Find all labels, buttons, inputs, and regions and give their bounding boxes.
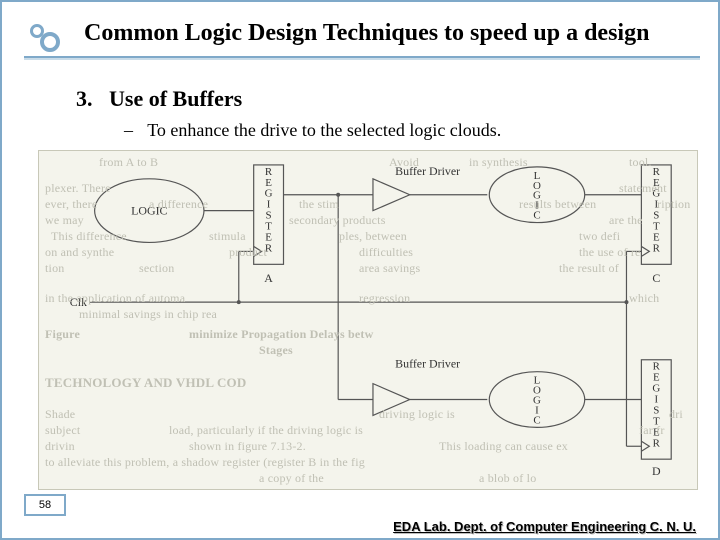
ghost-text: regression [359, 291, 410, 306]
ghost-text: Shade [45, 407, 75, 422]
ghost-text: load, particularly if the driving logic … [169, 423, 363, 438]
register-c-id: C [652, 271, 660, 285]
ghost-text: a blob of lo [479, 471, 536, 486]
ghost-text: results between [519, 197, 596, 212]
ghost-text: which [629, 291, 659, 306]
ghost-text: minimal savings in chip rea [79, 307, 217, 322]
ghost-text: a copy of the [259, 471, 324, 486]
ghost-text: ples, between [339, 229, 407, 244]
ghost-text: This loading can cause ex [439, 439, 568, 454]
ghost-text: stimula [209, 229, 246, 244]
sub-bullet: – To enhance the drive to the selected l… [124, 120, 501, 141]
ghost-text: This difference [51, 229, 127, 244]
ghost-text: TECHNOLOGY AND VHDL COD [45, 375, 246, 391]
ghost-text: shown in figure 7.13-2. [189, 439, 306, 454]
ghost-text: area savings [359, 261, 420, 276]
section-heading: 3. Use of Buffers [76, 86, 242, 112]
ghost-text: plexer. There [45, 181, 111, 196]
ghost-text: in synthesis [469, 155, 528, 170]
slide-number: 58 [24, 494, 66, 516]
register-a-id: A [264, 271, 273, 285]
svg-text:R: R [653, 242, 661, 254]
svg-text:C: C [533, 414, 540, 426]
ghost-text: tion [45, 261, 64, 276]
dash-icon: – [124, 120, 133, 140]
buffer-label-bottom: Buffer Driver [395, 357, 460, 371]
footer-text: EDA Lab. Dept. of Computer Engineering C… [393, 519, 696, 534]
ghost-text: minimize Propagation Delays betw [189, 327, 374, 342]
ghost-text: Figure [45, 327, 80, 342]
ghost-text: the use of re [579, 245, 641, 260]
ghost-text: product [229, 245, 267, 260]
ghost-text: the result of [559, 261, 619, 276]
page-title: Common Logic Design Techniques to speed … [84, 20, 649, 47]
ghost-text: drivin [45, 439, 75, 454]
ghost-text: dri [669, 407, 683, 422]
title-underline [24, 56, 700, 60]
bullet-icon [24, 22, 64, 57]
ghost-text: far fr [639, 423, 665, 438]
ghost-text: on and synthe [45, 245, 114, 260]
diagram-figure: from A to B Avoid in synthesis tool. ple… [38, 150, 698, 490]
register-d-id: D [652, 464, 661, 478]
svg-text:R: R [653, 437, 661, 449]
ghost-text: subject [45, 423, 80, 438]
ghost-text: statement [619, 181, 667, 196]
ghost-text: Avoid [389, 155, 419, 170]
ghost-text: we may [45, 213, 84, 228]
ghost-text: section [139, 261, 174, 276]
ghost-text: from A to B [99, 155, 158, 170]
ghost-text: to alleviate this problem, a shadow regi… [45, 455, 365, 470]
ghost-text: driving logic is [379, 407, 455, 422]
section-number: 3. [76, 86, 93, 111]
ghost-text: in the application of automa [45, 291, 185, 306]
ghost-text: are the [609, 213, 643, 228]
ghost-text: tool. [629, 155, 652, 170]
ghost-text: ever, there [45, 197, 97, 212]
ghost-text: the stim [299, 197, 339, 212]
ghost-text: secondary products [289, 213, 386, 228]
sub-bullet-text: To enhance the drive to the selected log… [147, 120, 501, 140]
ghost-text: two defi [579, 229, 620, 244]
ghost-text: ription [657, 197, 690, 212]
ghost-text: Stages [259, 343, 293, 358]
section-title: Use of Buffers [109, 86, 242, 111]
ghost-text: difficulties [359, 245, 413, 260]
slide-frame: Common Logic Design Techniques to speed … [0, 0, 720, 540]
ghost-text: a difference [149, 197, 208, 212]
